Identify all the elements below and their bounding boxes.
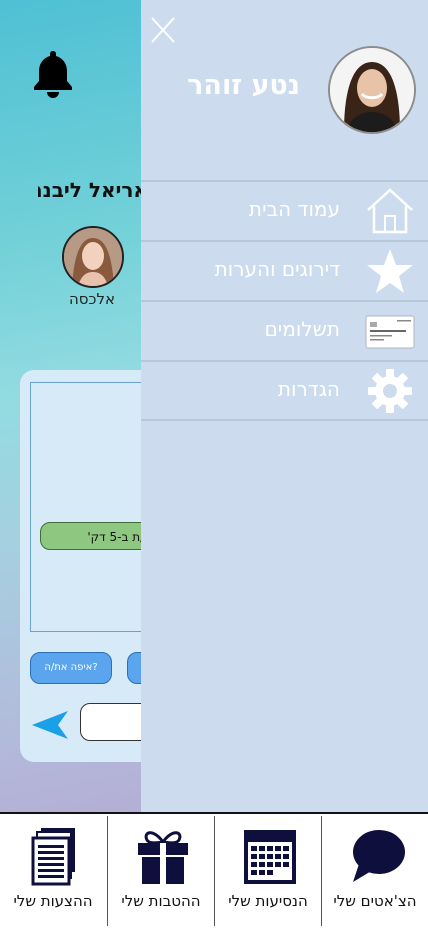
calendar-icon: [244, 830, 296, 884]
chat-partner-name: אריאל ליבנה: [38, 178, 148, 202]
contact-avatar[interactable]: [62, 226, 124, 288]
menu-item-ratings[interactable]: דירוגים והערות: [141, 240, 428, 300]
nav-label: ההצעות שלי: [13, 892, 93, 910]
menu-item-label: עמוד הבית: [248, 197, 340, 221]
nav-separator: [214, 816, 215, 926]
nav-separator: [321, 816, 322, 926]
user-name: נטע זוהר: [187, 70, 300, 101]
nav-my-offers[interactable]: ההצעות שלי: [0, 814, 106, 928]
menu-item-home[interactable]: עמוד הבית: [141, 180, 428, 240]
menu-divider: [141, 419, 428, 421]
gift-icon: [138, 831, 188, 884]
close-icon[interactable]: [150, 15, 176, 45]
send-arrow-icon[interactable]: [30, 709, 70, 741]
gear-icon: [368, 369, 412, 413]
menu-item-payments[interactable]: תשלומים: [141, 300, 428, 360]
nav-label: ההטבות שלי: [121, 892, 201, 910]
contact-name: אלכסה: [68, 290, 116, 308]
menu-item-label: תשלומים: [264, 317, 340, 341]
bottom-navigation: הצ'אטים שלי הנסיעות שלי ההטבות שלי ההצעו…: [0, 812, 428, 928]
menu-item-label: דירוגים והערות: [214, 257, 340, 281]
chat-bubble-icon: [353, 830, 405, 882]
credit-card-icon: [365, 315, 415, 349]
home-icon: [367, 188, 413, 234]
menu-item-settings[interactable]: הגדרות: [141, 360, 428, 420]
nav-my-rides[interactable]: הנסיעות שלי: [215, 814, 321, 928]
nav-my-chats[interactable]: הצ'אטים שלי: [322, 814, 428, 928]
notification-bell-icon[interactable]: [31, 48, 75, 98]
nav-my-benefits[interactable]: ההטבות שלי: [108, 814, 214, 928]
quick-reply-where-button[interactable]: איפה את/ה?: [30, 652, 112, 684]
menu-item-label: הגדרות: [277, 377, 340, 401]
documents-icon: [31, 828, 75, 886]
nav-label: הצ'אטים שלי: [333, 892, 417, 910]
user-avatar[interactable]: [328, 46, 416, 134]
nav-label: הנסיעות שלי: [228, 892, 308, 910]
nav-separator: [107, 816, 108, 926]
star-icon: [367, 249, 413, 293]
